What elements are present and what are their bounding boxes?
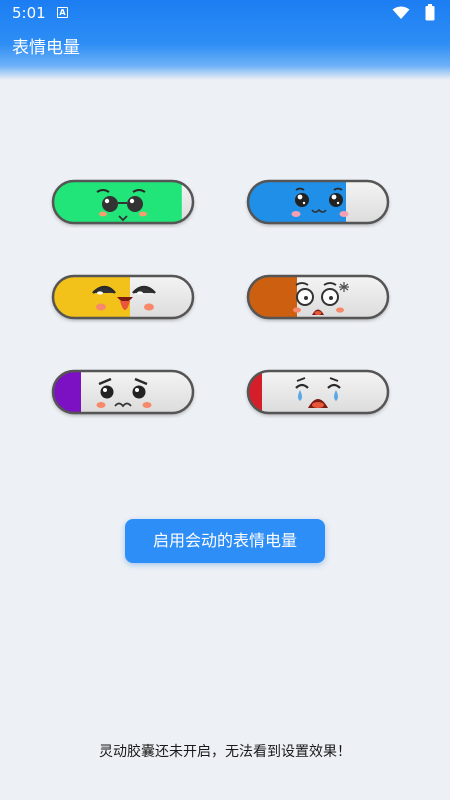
capsule-shocked[interactable] [244,273,392,323]
capsule-crying[interactable] [244,368,392,418]
status-time: 5:01 [12,4,46,22]
capsule-fill [53,371,81,413]
capsule-sad[interactable] [49,368,197,418]
enable-emoji-battery-button[interactable]: 启用会动的表情电量 [125,519,325,563]
page-title: 表情电量 [12,38,80,58]
capsule-frame [246,179,390,225]
wifi-icon [392,6,410,19]
app-header: 5:01 A 表情电量 [0,0,450,80]
capsule-laughing[interactable] [49,273,197,323]
status-bar: 5:01 A [0,0,450,26]
capsule-happy[interactable] [244,178,392,228]
battery-icon [425,4,435,21]
notification-icon: A [57,7,68,18]
capsule-status-notice: 灵动胶囊还未开启，无法看到设置效果！ [99,744,351,760]
capsule-cool[interactable] [49,178,197,228]
